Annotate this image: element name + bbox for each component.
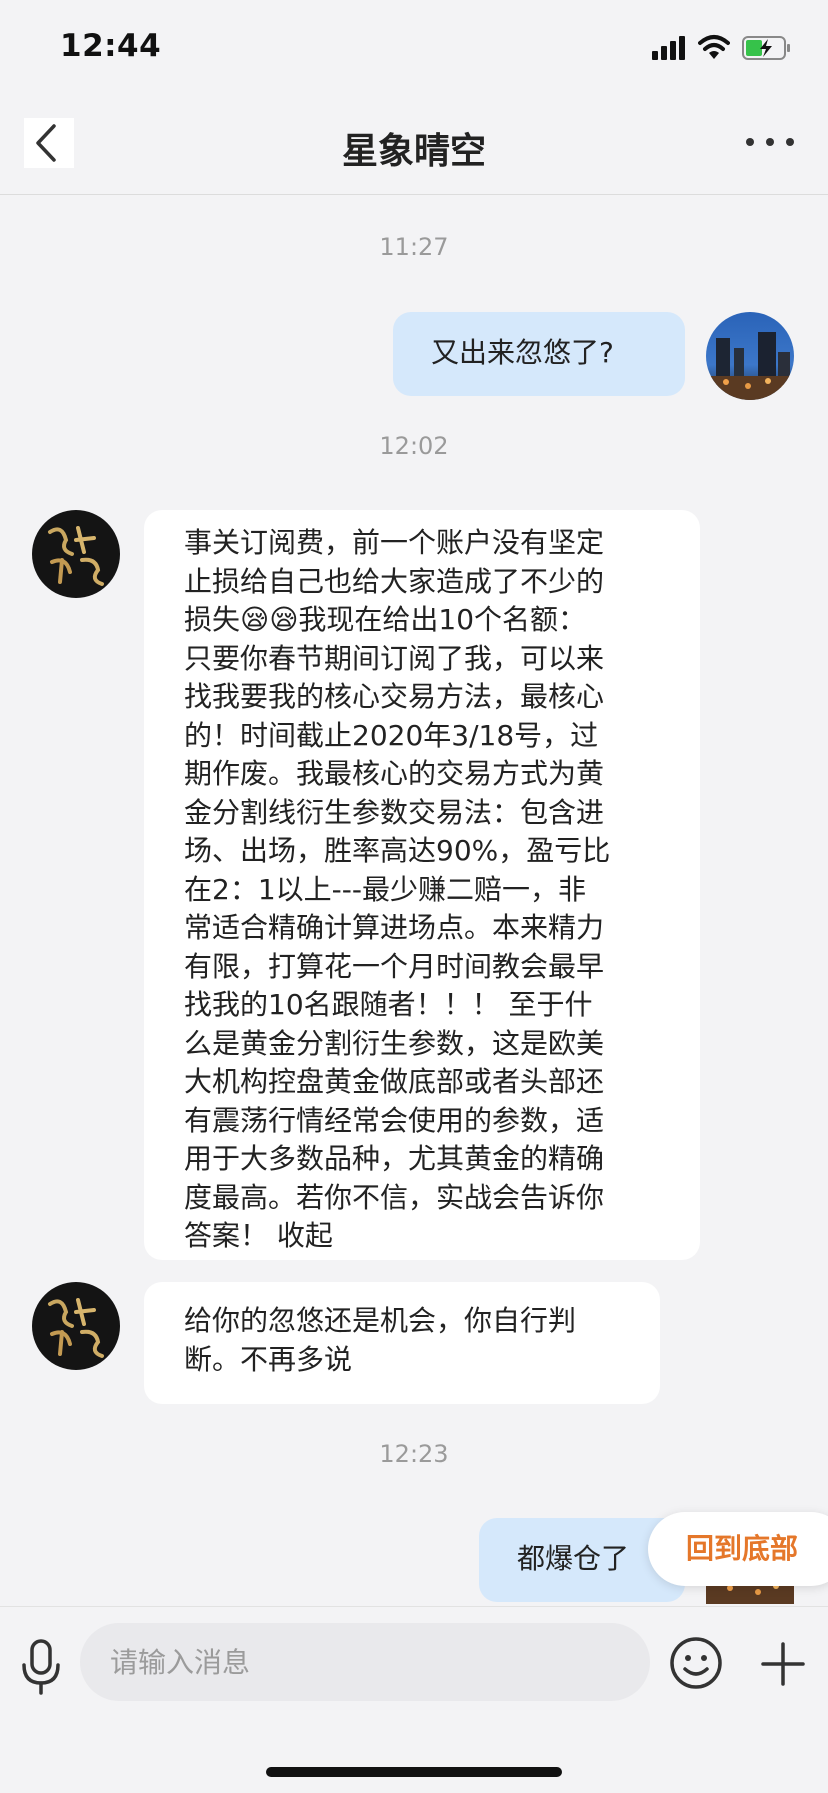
contact-avatar[interactable] [32, 1282, 120, 1370]
message-line: 金分割线衍生参数交易法：包含进 [184, 795, 605, 829]
message-text: 都爆仓了 [517, 1542, 630, 1575]
message-line: 常适合精确计算进场点。本来精力 [184, 911, 605, 944]
message-line: 找我要我的核心交易方法，最核心 [184, 680, 605, 713]
message-line: 大机构控盘黄金做底部或者头部还 [184, 1065, 605, 1098]
message-line: 答案！ 收起 [184, 1219, 333, 1252]
nav-bar: 星象晴空 [0, 88, 828, 195]
incoming-message-bubble[interactable]: 事关订阅费，前一个账户没有坚定 止损给自己也给大家造成了不少的 损失😪😪我现在给… [144, 510, 700, 1260]
incoming-message-bubble[interactable]: 给你的忽悠还是机会，你自行判 断。不再多说 [144, 1282, 660, 1404]
contact-avatar[interactable] [32, 510, 120, 598]
message-line: 场、出场，胜率高达90%，盈亏比 [184, 834, 611, 867]
message-line: 度最高。若你不信，实战会告诉你 [184, 1180, 605, 1214]
status-bar: 12:44 [0, 0, 828, 88]
message-line: 的！时间截止2020年3/18号，过 [184, 718, 599, 752]
message-line: 止损给自己也给大家造成了不少的 [184, 564, 605, 598]
chat-title: 星象晴空 [341, 131, 486, 172]
message-line: 只要你春节期间订阅了我，可以来 [184, 641, 605, 675]
microphone-icon [22, 1639, 60, 1695]
home-indicator [266, 1767, 562, 1777]
message-line: 在2：1以上---最少赚二赔一，非 [184, 872, 586, 906]
message-line: 么是黄金分割衍生参数，这是欧美 [184, 1026, 605, 1060]
more-button[interactable] [742, 122, 798, 162]
wifi-icon [698, 35, 730, 59]
message-line: 用于大多数品种，尤其黄金的精确 [184, 1142, 605, 1175]
my-avatar[interactable] [706, 312, 794, 400]
input-bar [0, 1606, 828, 1793]
message-line: 损失😪😪我现在给出10个名额： [184, 603, 587, 636]
timestamp: 11:27 [379, 233, 449, 261]
message-input[interactable] [80, 1623, 650, 1701]
message-line: 有震荡行情经常会使用的参数，适 [184, 1103, 605, 1137]
message-line: 事关订阅费，前一个账户没有坚定 [184, 526, 605, 559]
message-line: 找我的10名跟随者！！！ 至于什 [184, 988, 593, 1021]
cellular-signal-icon [652, 36, 685, 60]
emoji-icon [670, 1637, 722, 1689]
outgoing-message-bubble[interactable]: 又出来忽悠了? [393, 312, 685, 396]
message-line: 断。不再多说 [184, 1342, 353, 1376]
message-line: 有限，打算花一个月时间教会最早 [184, 949, 605, 983]
more-actions-button[interactable] [758, 1639, 808, 1689]
battery-charging-icon [742, 36, 790, 60]
message-line: 期作废。我最核心的交易方式为黄 [184, 757, 605, 790]
voice-button[interactable] [18, 1637, 64, 1697]
message-line: 给你的忽悠还是机会，你自行判 [184, 1304, 577, 1337]
timestamp: 12:02 [379, 432, 449, 460]
plus-icon [761, 1642, 805, 1686]
timestamp: 12:23 [379, 1440, 449, 1468]
emoji-button[interactable] [668, 1635, 724, 1691]
status-time: 12:44 [60, 28, 162, 64]
message-text: 又出来忽悠了? [431, 336, 614, 369]
more-dots-icon [746, 138, 794, 146]
back-to-bottom-button[interactable]: 回到底部 [648, 1512, 828, 1586]
